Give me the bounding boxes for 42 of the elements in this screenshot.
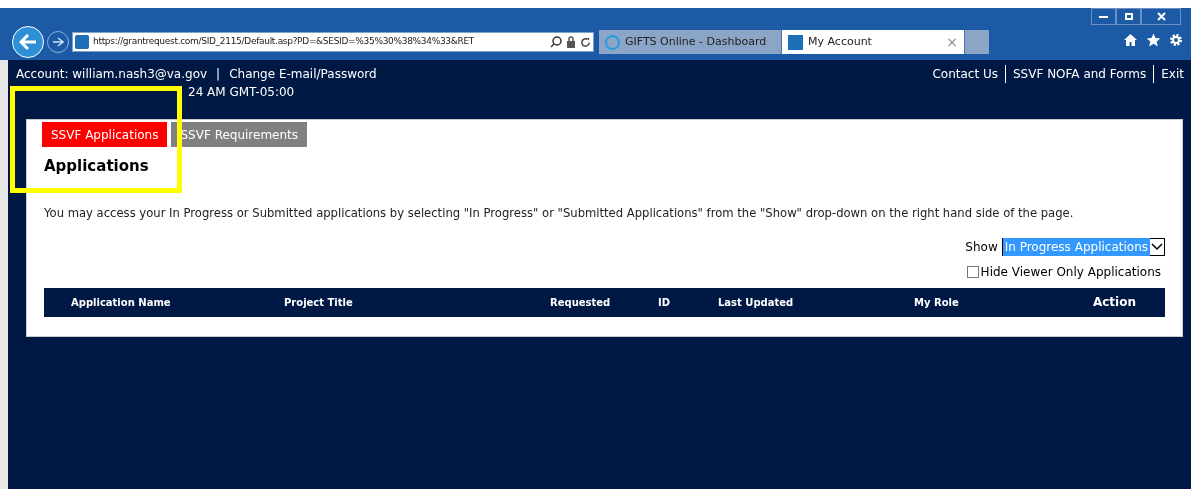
column-header[interactable]: ID: [658, 296, 671, 308]
page-heading: Applications: [44, 156, 149, 177]
separator-text: |: [216, 66, 221, 83]
close-icon[interactable]: [1141, 8, 1181, 25]
tab-title: GIFTS Online - Dashboard: [625, 33, 768, 50]
star-icon[interactable]: [1146, 33, 1161, 47]
chevron-icon: [1150, 241, 1164, 252]
header-link[interactable]: Contact Us: [925, 65, 1005, 83]
site-icon: [605, 34, 620, 50]
browser-tab[interactable]: GIFTS Online - Dashboard: [599, 30, 782, 54]
settings-icon[interactable]: [1169, 33, 1183, 47]
minimize-icon[interactable]: [1091, 8, 1116, 25]
header-link[interactable]: SSVF NOFA and Forms: [1005, 65, 1154, 83]
tab-title: My Account: [808, 33, 873, 50]
section-tab[interactable]: SSVF Applications: [42, 122, 168, 147]
column-header[interactable]: Project Title: [284, 296, 353, 308]
hide-viewer-checkbox[interactable]: [966, 265, 979, 278]
home-icon[interactable]: [1123, 33, 1138, 47]
search-icon[interactable]: [550, 36, 562, 48]
show-label: Show: [965, 238, 998, 256]
address-bar[interactable]: https://grantrequest.com/SID_2115/Default.asp?PD=&SESID=%35%30%38%34%33&RET: [72, 32, 594, 52]
last-login-text: 24 AM GMT-05:00: [187, 84, 296, 101]
restore-icon[interactable]: [1116, 8, 1141, 25]
site-icon: [788, 34, 803, 50]
change-password-link[interactable]: Change E-mail/Password: [229, 65, 377, 83]
back-icon[interactable]: [12, 26, 44, 58]
close-tab-icon[interactable]: ×: [946, 31, 958, 53]
site-icon: [75, 35, 89, 49]
column-header[interactable]: Requested: [550, 296, 611, 308]
section-tab[interactable]: SSVF Requirements: [171, 122, 308, 147]
browser-tab[interactable]: My Account ×: [782, 30, 965, 54]
column-header[interactable]: Application Name: [71, 296, 171, 308]
account-text: Account: william.nash3@va.gov: [16, 66, 208, 83]
column-header[interactable]: My Role: [914, 296, 959, 308]
instructions-text: You may access your In Progress or Submitted applications by selecting "In Progress" or "Submitted Applications" from the "Show" drop-down on the right hand side of the page.: [44, 204, 1074, 222]
url-text: https://grantrequest.com/SID_2115/Default.asp?PD=&SESID=%35%30%38%34%33&RET: [93, 35, 476, 49]
lock-icon: [566, 36, 576, 48]
refresh-icon[interactable]: [580, 36, 591, 48]
header-link[interactable]: Exit: [1153, 65, 1191, 83]
column-header[interactable]: Action: [1092, 295, 1136, 310]
checkbox-label: Hide Viewer Only Applications: [980, 263, 1161, 281]
column-header[interactable]: Last Updated: [718, 296, 794, 308]
